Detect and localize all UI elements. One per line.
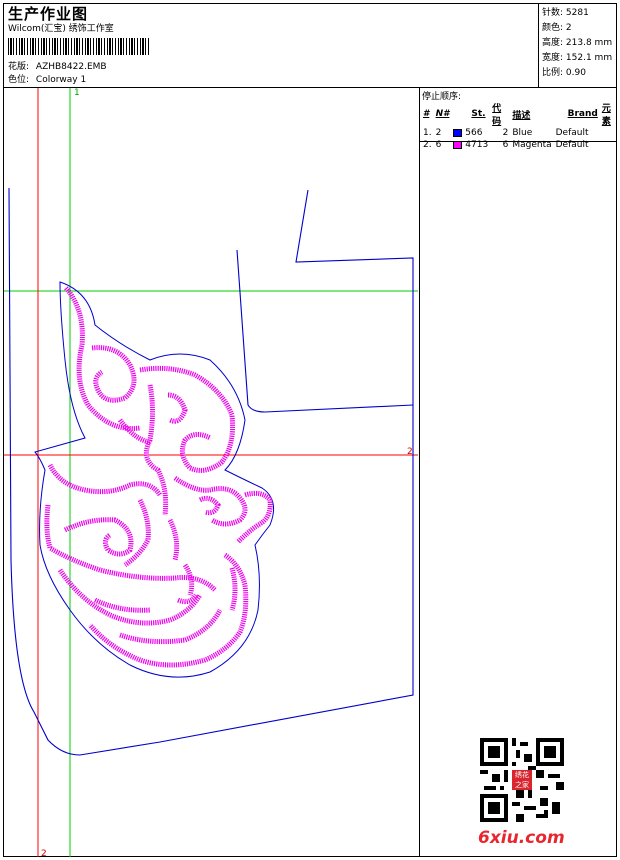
red-axis-label-bottom: 2 — [41, 849, 47, 859]
design-canvas: 1 2 2 — [4, 88, 418, 859]
embroidery-motif — [44, 286, 273, 668]
red-axis-label-right: 2 — [407, 447, 413, 457]
seal-logo: 绣花之家 — [512, 770, 532, 790]
pocket-outline — [236, 249, 414, 413]
site-watermark[interactable]: 6xiu.com — [478, 828, 565, 848]
green-axis-label: 1 — [74, 88, 80, 98]
design-outline — [34, 281, 275, 678]
